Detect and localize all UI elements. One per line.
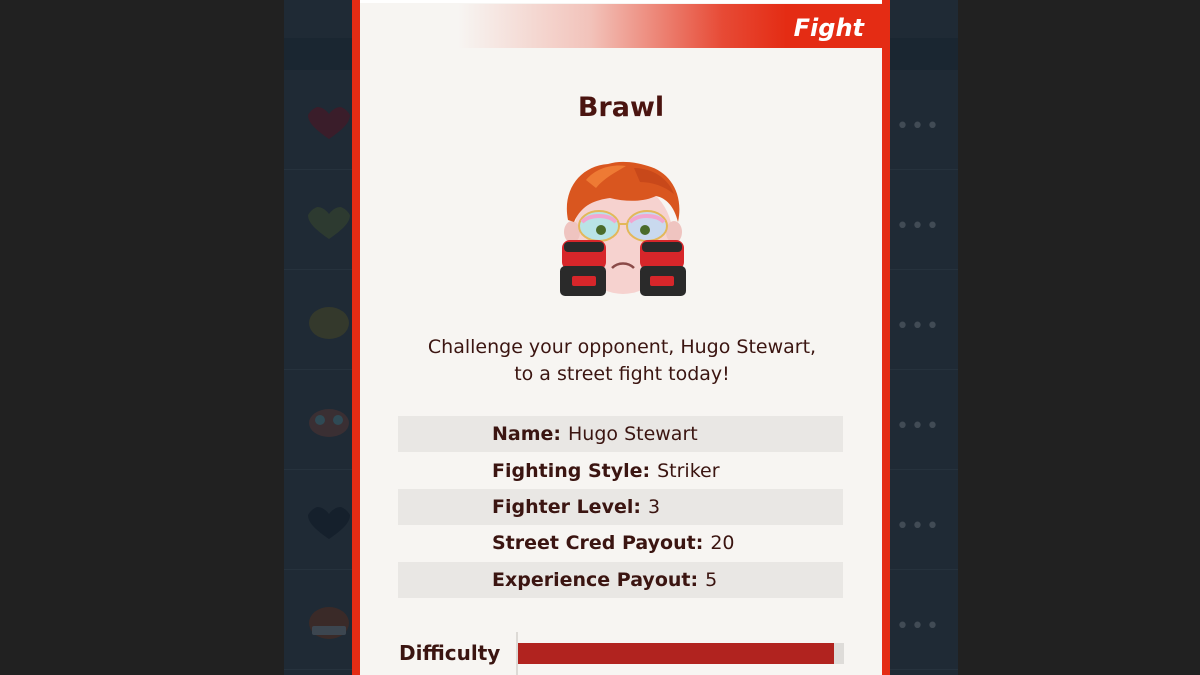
opponent-stats-table: Name: Hugo Stewart Fighting Style: Strik… [398, 416, 843, 598]
stat-row-name: Name: Hugo Stewart [398, 416, 843, 453]
emoji-face-icon [309, 409, 349, 437]
app-screen: ••• ••• ••• ••• ••• ••• Fight Brawl Chal… [0, 0, 1200, 675]
stat-value: 5 [705, 568, 718, 591]
stat-row-fighting-style: Fighting Style: Striker [398, 452, 843, 489]
more-dots-icon[interactable]: ••• [896, 314, 941, 339]
stat-label: Experience Payout: [492, 568, 699, 591]
stat-row-street-cred-payout: Street Cred Payout: 20 [398, 525, 843, 562]
fight-description: Challenge your opponent, Hugo Stewart, t… [427, 336, 817, 385]
more-dots-icon[interactable]: ••• [896, 614, 941, 639]
tab-top-line [360, 0, 882, 3]
stat-label: Name: [492, 423, 562, 446]
stat-value: 20 [710, 532, 735, 555]
difficulty-label: Difficulty [399, 641, 501, 665]
more-dots-icon[interactable]: ••• [896, 114, 941, 139]
heart-icon [308, 507, 350, 539]
emoji-face-icon [309, 607, 349, 639]
stat-value: Hugo Stewart [568, 423, 698, 446]
more-dots-icon[interactable]: ••• [896, 214, 941, 239]
stat-row-fighter-level: Fighter Level: 3 [398, 488, 843, 526]
more-dots-icon[interactable]: ••• [896, 414, 941, 439]
stat-label: Fighting Style: [492, 459, 651, 482]
stat-label: Fighter Level: [492, 495, 641, 518]
fighter-avatar-icon [560, 161, 686, 296]
heart-icon [308, 207, 350, 239]
difficulty-bar [518, 643, 844, 664]
stat-value: Striker [657, 459, 720, 482]
emoji-face-icon [309, 307, 349, 339]
difficulty-bar-fill [518, 643, 835, 664]
modal-title: Brawl [577, 92, 665, 123]
tab-fight-label: Fight [793, 14, 864, 42]
heart-icon [308, 107, 350, 139]
more-dots-icon[interactable]: ••• [896, 514, 941, 539]
stat-row-experience-payout: Experience Payout: 5 [398, 561, 843, 598]
stat-value: 3 [647, 495, 661, 518]
tab-fight[interactable]: Fight [352, 4, 882, 48]
fight-modal: Fight Brawl Challenge your opponent, Hug… [352, 0, 890, 675]
stat-label: Street Cred Payout: [492, 532, 704, 555]
